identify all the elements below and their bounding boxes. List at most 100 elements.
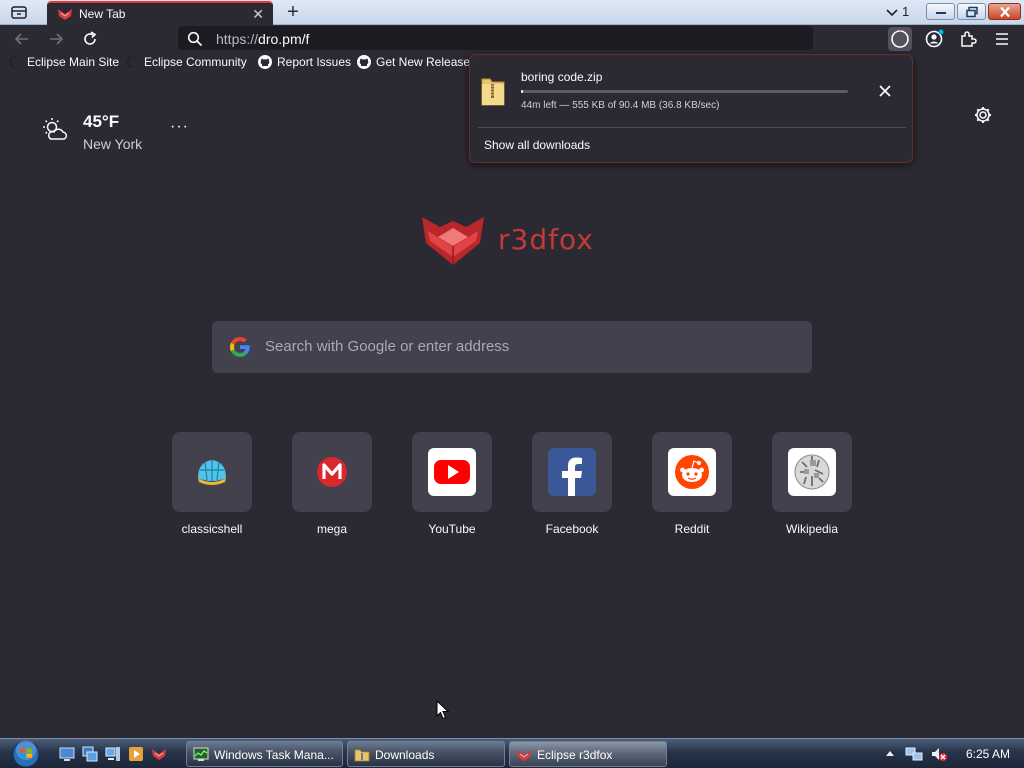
taskbar-item-label: Windows Task Mana...	[214, 748, 334, 762]
zip-file-icon	[481, 78, 505, 106]
shortcut-youtube[interactable]: YouTube	[412, 432, 492, 536]
personalize-settings-button[interactable]	[973, 105, 993, 130]
tab-count-value: 1	[902, 4, 910, 19]
taskbar-item-downloads[interactable]: Downloads	[347, 741, 505, 767]
new-tab-button[interactable]: +	[283, 2, 303, 22]
tab-list-button[interactable]	[9, 4, 29, 21]
volume-muted-icon[interactable]	[930, 746, 948, 762]
download-filename[interactable]: boring code.zip	[521, 70, 602, 84]
computer-icon	[105, 747, 120, 761]
restore-icon	[965, 6, 978, 17]
search-placeholder: Search with Google or enter address	[265, 338, 510, 355]
r3dfox-logo-icon	[422, 217, 484, 265]
url-scheme: https://	[216, 31, 259, 47]
bookmark-label: Report Issues	[277, 55, 352, 69]
windows-start-orb-icon	[12, 740, 40, 768]
r3dfox-icon	[517, 750, 531, 761]
shortcut-label: YouTube	[428, 522, 476, 536]
app-menu-button[interactable]	[990, 27, 1014, 51]
folder-icon	[354, 749, 370, 762]
shortcut-label: Reddit	[674, 522, 710, 536]
shortcut-facebook[interactable]: Facebook	[532, 432, 612, 536]
tab-list-icon	[11, 6, 27, 19]
taskbar-item-label: Downloads	[375, 748, 435, 762]
shortcut-label: Wikipedia	[785, 522, 839, 536]
forward-arrow-icon	[50, 33, 64, 45]
minimize-button[interactable]	[926, 3, 955, 20]
quicklaunch-media[interactable]	[128, 746, 144, 762]
r3dfox-favicon-icon	[58, 9, 72, 20]
tab-title: New Tab	[79, 7, 126, 21]
bookmark-eclipse-main-site[interactable]: Eclipse Main Site	[7, 54, 119, 72]
shortcut-tile	[772, 432, 852, 512]
facebook-icon	[548, 448, 596, 496]
reload-icon	[84, 31, 97, 45]
downloads-panel: boring code.zip 44m left — 555 KB of 90.…	[469, 54, 913, 163]
shortcut-label: Facebook	[545, 522, 599, 536]
tab-count[interactable]: 1	[886, 4, 909, 19]
shortcut-mega[interactable]: mega	[292, 432, 372, 536]
shortcut-classicshell[interactable]: classicshell	[172, 432, 252, 536]
weather-temperature: 45°F	[83, 112, 120, 131]
gear-icon	[975, 107, 991, 123]
quicklaunch-computer[interactable]	[105, 746, 121, 762]
quicklaunch-r3dfox[interactable]	[151, 746, 167, 762]
tab-close-icon[interactable]: ✕	[252, 6, 264, 22]
close-window-button[interactable]	[988, 3, 1021, 20]
cancel-download-button[interactable]	[877, 83, 893, 104]
download-progress-fill	[521, 90, 523, 93]
taskbar-item-r3dfox[interactable]: Eclipse r3dfox	[509, 741, 667, 767]
weather-location: New York	[83, 136, 143, 152]
bookmark-label: Get New Releases	[376, 55, 477, 69]
shortcut-wikipedia[interactable]: Wikipedia	[772, 432, 852, 536]
media-player-icon	[129, 747, 143, 761]
google-icon	[230, 337, 250, 357]
github-icon	[357, 55, 371, 69]
github-icon	[258, 55, 272, 69]
quicklaunch-windows[interactable]	[82, 746, 98, 762]
close-icon	[879, 85, 891, 97]
weather-more-button[interactable]: ···	[170, 118, 189, 136]
close-icon	[999, 6, 1010, 17]
show-hidden-icons-button[interactable]	[885, 750, 895, 757]
quicklaunch-desktop[interactable]	[59, 746, 75, 762]
downloads-button[interactable]	[888, 27, 912, 51]
bookmark-get-new-releases[interactable]: Get New Releases	[356, 54, 476, 72]
logo-wordmark: r3dfox	[498, 223, 594, 256]
monitor-icon	[59, 747, 75, 761]
r3dfox-icon	[152, 749, 166, 760]
reload-button[interactable]	[79, 28, 101, 50]
mouse-cursor-icon	[436, 700, 450, 720]
start-button[interactable]	[6, 739, 44, 768]
shortcut-label: mega	[316, 522, 348, 536]
shortcut-reddit[interactable]: Reddit	[652, 432, 732, 536]
tab-strip: New Tab ✕ + 1	[0, 0, 1024, 25]
account-icon	[925, 29, 944, 48]
shortcut-tile	[412, 432, 492, 512]
taskbar-item-task-manager[interactable]: Windows Task Mana...	[186, 741, 343, 767]
shortcut-tile	[652, 432, 732, 512]
restore-button[interactable]	[957, 3, 986, 20]
nav-toolbar: https://dro.pm/f	[0, 25, 1024, 52]
clock[interactable]: 6:25 AM	[966, 747, 1010, 761]
account-button[interactable]	[922, 27, 946, 51]
download-progress-icon	[891, 29, 909, 48]
search-box[interactable]: Search with Google or enter address	[212, 321, 812, 373]
network-icon[interactable]	[905, 746, 923, 762]
eclipse-icon	[126, 56, 139, 68]
forward-button[interactable]	[45, 28, 67, 50]
show-all-downloads-button[interactable]: Show all downloads	[484, 138, 590, 152]
wikipedia-icon	[788, 448, 836, 496]
tab-new-tab[interactable]: New Tab ✕	[47, 1, 273, 25]
bookmark-report-issues[interactable]: Report Issues	[257, 54, 351, 72]
taskbar: Windows Task Mana... Downloads Eclipse r…	[0, 738, 1024, 768]
url-host: dro.pm/f	[258, 31, 310, 47]
address-bar[interactable]: https://dro.pm/f	[178, 26, 813, 50]
minimize-icon	[935, 11, 946, 14]
back-button[interactable]	[11, 28, 33, 50]
task-manager-icon	[193, 747, 209, 761]
bookmark-eclipse-community[interactable]: Eclipse Community	[124, 54, 247, 72]
extensions-button[interactable]	[956, 27, 980, 51]
url-text: https://dro.pm/f	[216, 31, 309, 47]
download-progress-bar	[521, 90, 848, 93]
